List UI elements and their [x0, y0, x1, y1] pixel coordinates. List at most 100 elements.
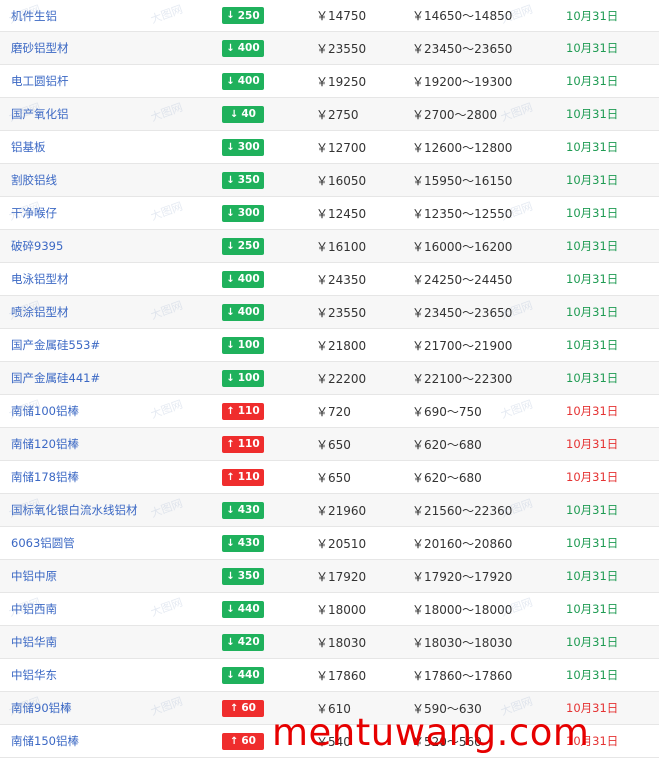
change-badge: ↓ 250 — [222, 237, 264, 255]
product-name-link[interactable]: 铝基板 — [11, 131, 46, 163]
price-value: ￥24350 — [316, 272, 367, 287]
price-value: ￥19250 — [316, 74, 367, 89]
product-name-link[interactable]: 干净喉仔 — [11, 197, 57, 229]
product-name-link[interactable]: 电泳铝型材 — [11, 263, 69, 295]
date-value: 10月31日 — [566, 503, 619, 517]
product-name-link[interactable]: 南储100铝棒 — [11, 395, 79, 427]
product-name-link[interactable]: 喷涂铝型材 — [11, 296, 69, 328]
change-value: 350 — [237, 174, 260, 186]
price-range: ￥18030～18030 — [412, 635, 513, 650]
product-name-link[interactable]: 南储120铝棒 — [11, 428, 79, 460]
table-row: 中铝华南 ↓ 420 ￥18030 ￥18030～18030 10月31日 — [0, 626, 659, 659]
price-range: ￥19200～19300 — [412, 74, 513, 89]
price-value: ￥14750 — [316, 9, 367, 23]
product-name-link[interactable]: 中铝西南 — [11, 593, 57, 625]
price-range: ￥23450～23650 — [412, 305, 513, 320]
product-name-link[interactable]: 中铝华东 — [11, 659, 57, 691]
faint-watermark: 大图网 — [148, 2, 185, 27]
date-value: 10月31日 — [566, 74, 619, 88]
table-row: 南储100铝棒 ↑ 110 ￥720 ￥690～750 10月31日 大图网 大图网 大图网 — [0, 395, 659, 428]
change-cell: ↓ 100 — [222, 329, 264, 361]
product-name-link[interactable]: 南储150铝棒 — [11, 725, 79, 757]
change-badge: ↓ 400 — [222, 39, 264, 57]
arrow-down-icon: ↓ — [226, 75, 235, 87]
date-value: 10月31日 — [566, 41, 619, 55]
product-name-link[interactable]: 国产金属硅553# — [11, 329, 100, 361]
faint-watermark: 大图网 — [498, 694, 535, 719]
product-name-link[interactable]: 破碎9395 — [11, 230, 63, 262]
product-name-link[interactable]: 国产氧化铝 — [11, 98, 69, 130]
table-row: 割胶铝线 ↓ 350 ￥16050 ￥15950～16150 10月31日 — [0, 164, 659, 197]
date-value: 10月31日 — [566, 8, 619, 23]
arrow-down-icon: ↓ — [226, 636, 235, 648]
change-cell: ↓ 400 — [222, 263, 264, 295]
product-name-link[interactable]: 国产金属硅441# — [11, 362, 100, 394]
faint-watermark: 大图网 — [148, 298, 185, 323]
change-badge: ↓ 440 — [222, 666, 264, 684]
price-range: ￥15950～16150 — [412, 173, 513, 188]
date-value: 10月31日 — [566, 701, 619, 715]
change-cell: ↓ 420 — [222, 626, 264, 658]
change-badge: ↓ 420 — [222, 633, 264, 651]
price-value: ￥18000 — [316, 602, 367, 617]
price-value: ￥16050 — [316, 173, 367, 188]
change-cell: ↑ 60 — [222, 725, 264, 757]
table-row: 中铝中原 ↓ 350 ￥17920 ￥17920～17920 10月31日 — [0, 560, 659, 593]
price-value: ￥20510 — [316, 536, 367, 551]
faint-watermark: 大图网 — [498, 100, 535, 125]
change-badge: ↑ 60 — [222, 699, 264, 717]
product-name-link[interactable]: 电工圆铝杆 — [11, 65, 69, 97]
change-badge: ↓ 100 — [222, 369, 264, 387]
table-row: 南储150铝棒 ↑ 60 ￥540 ￥520～560 10月31日 — [0, 725, 659, 758]
change-badge: ↓ 400 — [222, 303, 264, 321]
change-value: 400 — [237, 42, 260, 54]
arrow-down-icon: ↓ — [226, 372, 235, 384]
product-name-link[interactable]: 割胶铝线 — [11, 164, 57, 196]
change-cell: ↑ 110 — [222, 395, 264, 427]
arrow-down-icon: ↓ — [226, 207, 235, 219]
table-row: 国产金属硅553# ↓ 100 ￥21800 ￥21700～21900 10月31日 — [0, 329, 659, 362]
change-cell: ↑ 110 — [222, 428, 264, 460]
product-name-link[interactable]: 南储90铝棒 — [11, 692, 72, 724]
product-name-link[interactable]: 磨砂铝型材 — [11, 32, 69, 64]
date-value: 10月31日 — [566, 404, 619, 418]
product-name-link[interactable]: 中铝华南 — [11, 626, 57, 658]
product-name-link[interactable]: 南储178铝棒 — [11, 461, 79, 493]
price-range: ￥16000～16200 — [412, 239, 513, 254]
arrow-down-icon: ↓ — [226, 240, 235, 252]
price-range: ￥17920～17920 — [412, 569, 513, 584]
product-name-link[interactable]: 中铝中原 — [11, 560, 57, 592]
product-name-link[interactable]: 6063铝圆管 — [11, 527, 75, 559]
date-value: 10月31日 — [566, 602, 619, 616]
price-value: ￥540 — [316, 734, 351, 749]
product-name-link[interactable]: 机件生铝 — [11, 0, 57, 31]
table-row: 干净喉仔 ↓ 300 ￥12450 ￥12350～12550 10月31日 大图网 大图网 大图… — [0, 197, 659, 230]
date-value: 10月31日 — [566, 635, 619, 649]
price-value: ￥2750 — [316, 107, 359, 122]
date-value: 10月31日 — [566, 569, 619, 583]
date-value: 10月31日 — [566, 338, 619, 352]
faint-watermark: 大图网 — [148, 496, 185, 521]
table-row: 南储178铝棒 ↑ 110 ￥650 ￥620～680 10月31日 — [0, 461, 659, 494]
change-value: 60 — [241, 702, 256, 714]
change-value: 400 — [237, 75, 260, 87]
table-row: 铝基板 ↓ 300 ￥12700 ￥12600～12800 10月31日 — [0, 131, 659, 164]
price-range: ￥12350～12550 — [412, 206, 513, 221]
date-value: 10月31日 — [566, 239, 619, 253]
change-cell: ↓ 400 — [222, 32, 264, 64]
change-cell: ↓ 300 — [222, 131, 264, 163]
product-name-link[interactable]: 国标氧化银白流水线铝材 — [11, 494, 138, 526]
table-row: 机件生铝 ↓ 250 ￥14750 ￥14650～14850 10月31日 大图网 大图网 大图… — [0, 0, 659, 32]
table-row: 国产氧化铝 ↓ 40 ￥2750 ￥2700～2800 10月31日 大图网 大图网 大图网 — [0, 98, 659, 131]
change-value: 100 — [237, 339, 260, 351]
change-badge: ↓ 350 — [222, 171, 264, 189]
price-range: ￥21560～22360 — [412, 503, 513, 518]
price-range: ￥24250～24450 — [412, 272, 513, 287]
change-cell: ↓ 400 — [222, 65, 264, 97]
change-cell: ↑ 60 — [222, 692, 264, 724]
price-range: ￥20160～20860 — [412, 536, 513, 551]
change-value: 400 — [237, 306, 260, 318]
change-badge: ↓ 300 — [222, 138, 264, 156]
price-range: ￥18000～18000 — [412, 602, 513, 617]
date-value: 10月31日 — [566, 305, 619, 319]
